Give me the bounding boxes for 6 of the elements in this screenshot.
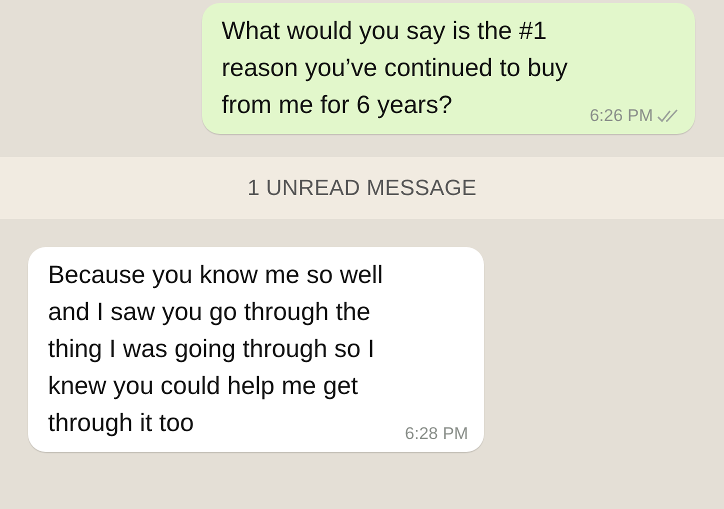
unread-label: 1 UNREAD MESSAGE (247, 175, 477, 201)
message-time: 6:26 PM (590, 106, 653, 126)
message-time: 6:28 PM (404, 424, 468, 444)
message-text: What would you say is the #1 reason you’ve continued to buy from me for 6 years? (222, 16, 568, 121)
double-check-icon (657, 109, 679, 123)
message-text: Because you know me so well and I saw you go through the thing I was going through so I knew you could help me get through it too (48, 260, 383, 439)
